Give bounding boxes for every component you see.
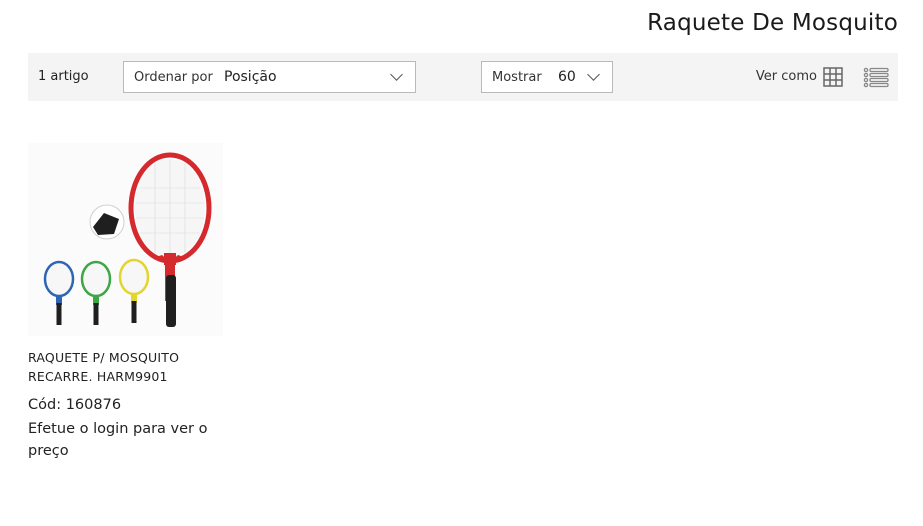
sort-by-label: Ordenar por bbox=[134, 70, 213, 85]
toolbar-amount: 1 artigo bbox=[38, 69, 89, 84]
chevron-down-icon bbox=[390, 68, 403, 81]
login-to-see-price[interactable]: Efetue o login para ver o preço bbox=[28, 418, 233, 462]
view-mode-label: Ver como bbox=[755, 69, 817, 84]
show-limit-select[interactable]: Mostrar 60 bbox=[481, 61, 613, 93]
product-name-link[interactable]: RAQUETE P/ MOSQUITO RECARRE. HARM9901 bbox=[28, 348, 228, 386]
page-title: Raquete De Mosquito bbox=[647, 10, 898, 36]
chevron-down-icon bbox=[587, 68, 600, 81]
product-code: Cód: 160876 bbox=[28, 397, 122, 413]
sort-by-select[interactable]: Ordenar por Posição bbox=[123, 61, 416, 93]
list-icon[interactable] bbox=[863, 66, 889, 88]
show-limit-label: Mostrar bbox=[492, 70, 542, 85]
products-toolbar: 1 artigo Ordenar por Posição Mostrar 60 … bbox=[28, 53, 898, 101]
sort-by-value: Posição bbox=[224, 69, 277, 85]
show-limit-value: 60 bbox=[558, 69, 576, 85]
grid-icon[interactable] bbox=[822, 66, 844, 88]
product-photo[interactable] bbox=[28, 143, 223, 336]
